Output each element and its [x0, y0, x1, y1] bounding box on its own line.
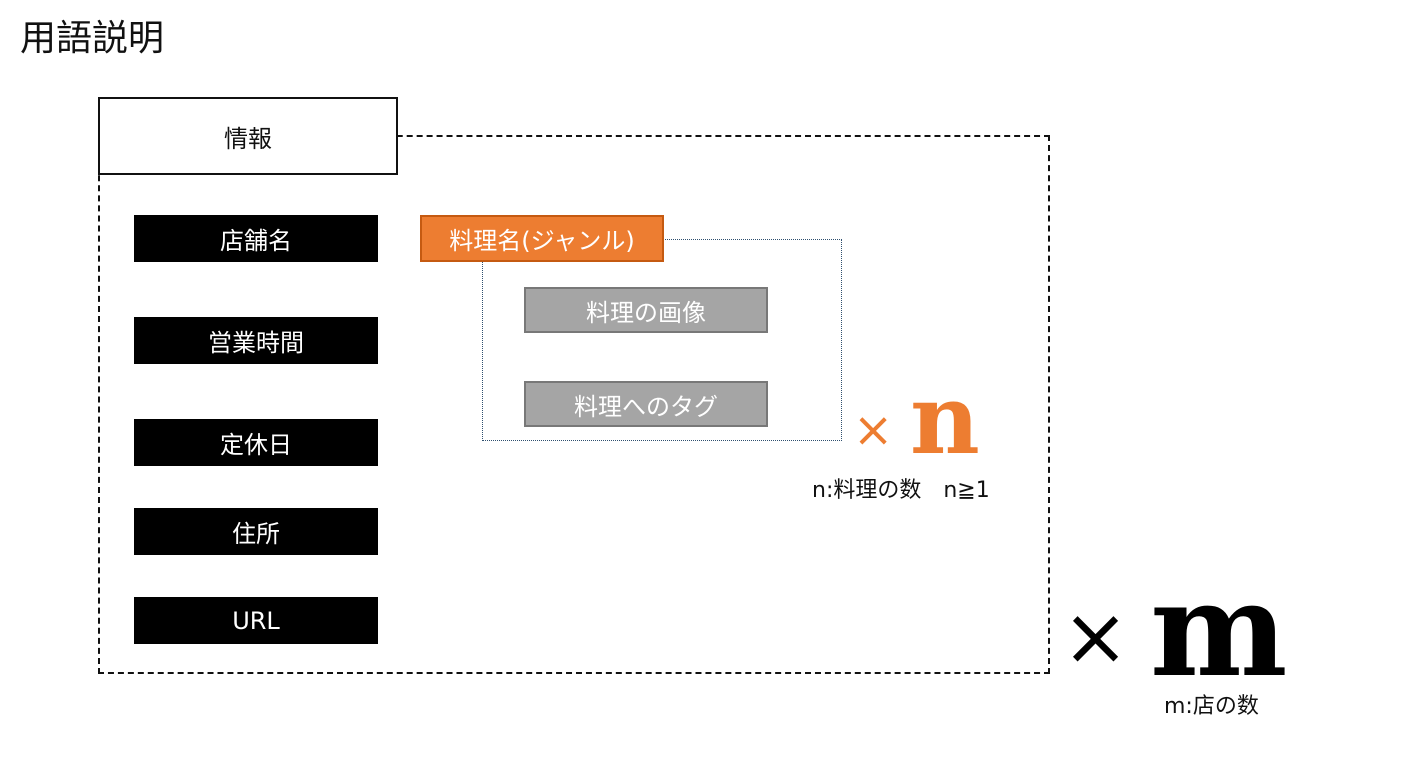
note-m: m:店の数	[1164, 694, 1259, 719]
field-label: 住所	[232, 520, 280, 548]
field-business-hours: 営業時間	[134, 317, 378, 364]
field-address: 住所	[134, 508, 378, 555]
variable-n: n	[910, 363, 980, 476]
dish-image-box: 料理の画像	[524, 287, 768, 333]
times-m-symbol: ×	[1062, 590, 1130, 683]
variable-m: m	[1150, 553, 1288, 706]
dish-tag-box: 料理へのタグ	[524, 381, 768, 427]
times-n-symbol: ×	[853, 402, 894, 458]
dish-name-genre-box: 料理名(ジャンル)	[420, 215, 664, 262]
field-url: URL	[134, 597, 378, 644]
field-label: URL	[232, 606, 280, 635]
note-n: n:料理の数 n≧1	[812, 478, 990, 503]
field-store-name: 店舗名	[134, 215, 378, 262]
page-title: 用語説明	[20, 18, 165, 59]
field-label: 店舗名	[220, 227, 292, 255]
info-label: 情報	[224, 124, 272, 153]
field-label: 営業時間	[208, 329, 304, 357]
info-label-box: 情報	[98, 97, 398, 175]
dish-label: 料理名(ジャンル)	[449, 227, 635, 255]
dish-child-label: 料理へのタグ	[574, 392, 718, 421]
field-regular-holiday: 定休日	[134, 419, 378, 466]
field-label: 定休日	[220, 431, 292, 459]
dish-child-label: 料理の画像	[586, 298, 706, 327]
